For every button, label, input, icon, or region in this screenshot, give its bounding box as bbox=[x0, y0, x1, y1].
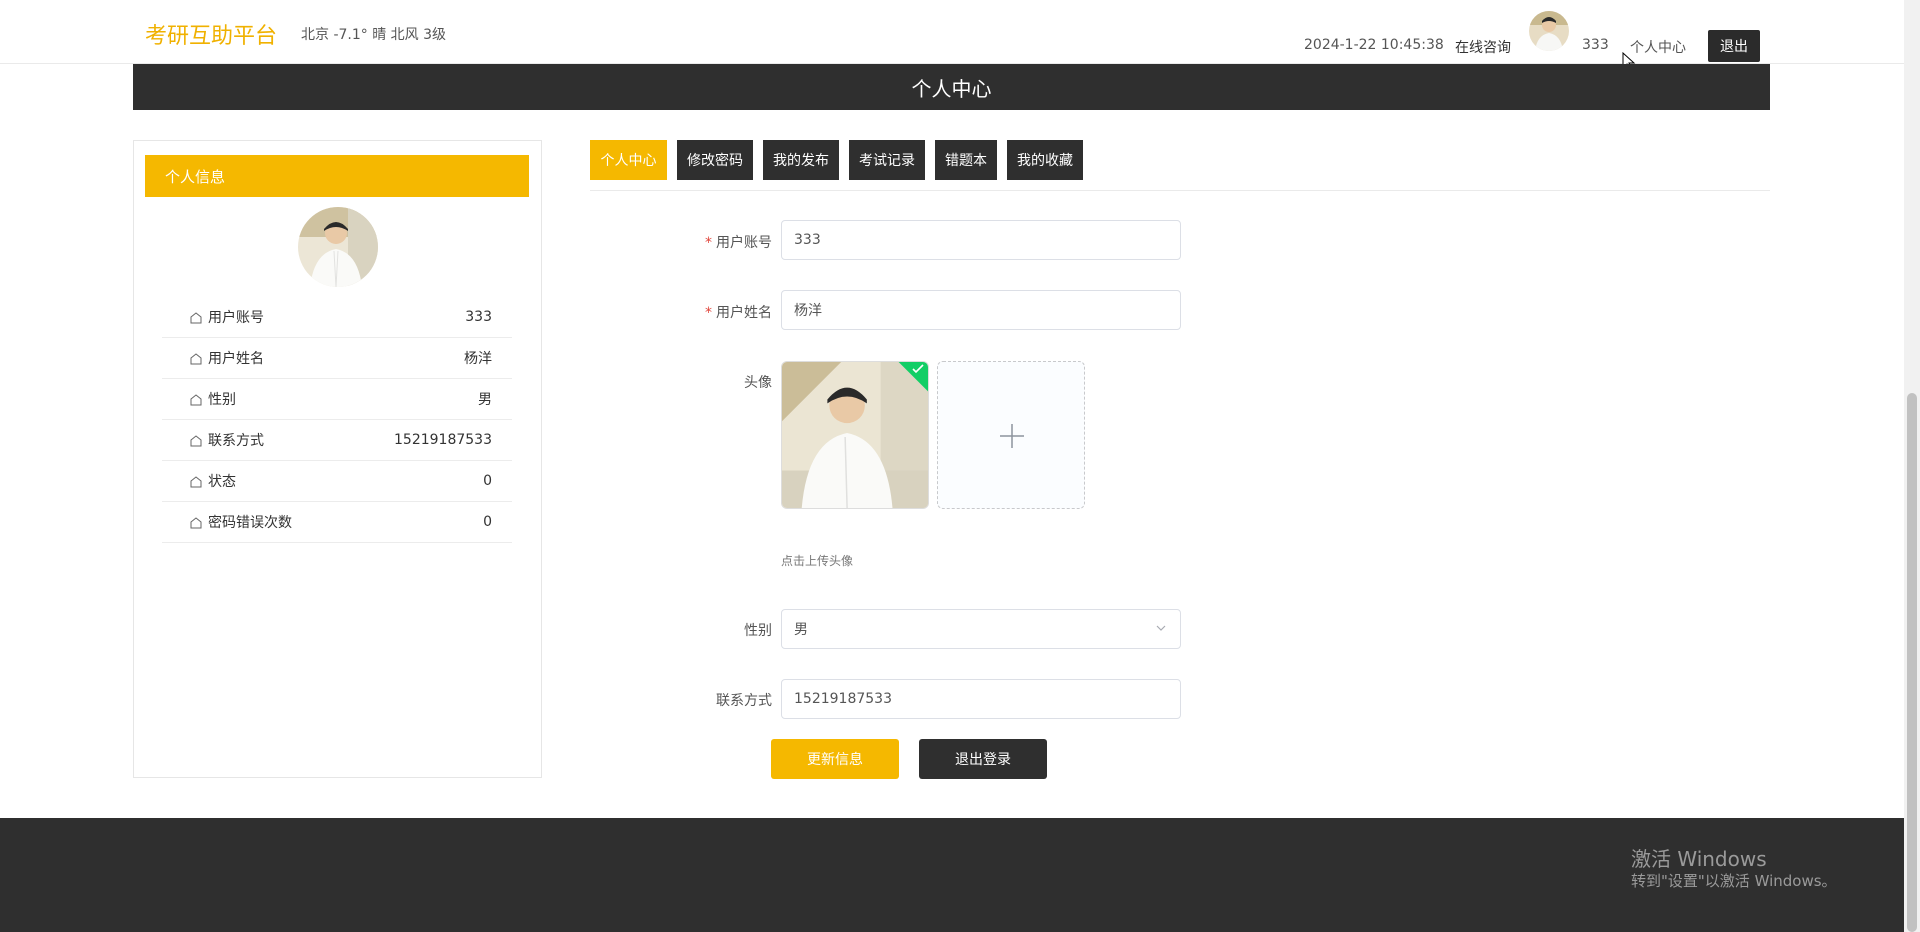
gender-label: 性别 bbox=[744, 623, 772, 639]
avatar-photo-icon bbox=[298, 207, 378, 287]
info-row-phone: 联系方式 15219187533 bbox=[162, 420, 512, 461]
personal-center-link[interactable]: 个人中心 bbox=[1630, 37, 1686, 57]
plus-icon bbox=[1000, 424, 1024, 448]
home-icon bbox=[190, 312, 202, 324]
upload-tip: 点击上传头像 bbox=[781, 554, 854, 568]
windows-activation-title: 激活 Windows bbox=[1631, 847, 1767, 871]
info-row-status: 状态 0 bbox=[162, 461, 512, 502]
info-row-account: 用户账号 333 bbox=[162, 297, 512, 338]
profile-info-list: 用户账号 333 用户姓名 杨洋 性别 男 联系方式 15219187533 状… bbox=[162, 297, 512, 543]
page-title: 个人中心 bbox=[911, 76, 992, 101]
info-row-name: 用户姓名 杨洋 bbox=[162, 338, 512, 379]
tab-mistake-book[interactable]: 错题本 bbox=[935, 140, 997, 180]
header-logout-button[interactable]: 退出 bbox=[1708, 30, 1760, 62]
top-header: 考研互助平台 北京 -7.1° 晴 北风 3级 2024-1-22 10:45:… bbox=[0, 0, 1904, 72]
account-input[interactable]: 333 bbox=[781, 220, 1181, 260]
required-mark: * bbox=[705, 305, 712, 321]
avatar-photo-icon bbox=[1529, 11, 1569, 51]
account-label: * 用户账号 bbox=[652, 232, 772, 252]
info-label: 密码错误次数 bbox=[208, 515, 292, 531]
weather-info: 北京 -7.1° 晴 北风 3级 bbox=[301, 27, 447, 43]
tab-personal-center[interactable]: 个人中心 bbox=[590, 140, 667, 180]
gender-select[interactable]: 男 bbox=[781, 609, 1181, 649]
page-footer bbox=[0, 818, 1904, 932]
logout-button[interactable]: 退出登录 bbox=[919, 739, 1047, 779]
online-consult-link[interactable]: 在线咨询 bbox=[1455, 37, 1511, 57]
info-value: 男 bbox=[478, 392, 492, 408]
profile-card: 个人信息 用户账号 333 用户姓名 杨洋 性别 男 联系方式 15219187… bbox=[133, 140, 542, 778]
account-label-text: 用户账号 bbox=[716, 235, 772, 251]
header-username[interactable]: 333 bbox=[1582, 37, 1609, 53]
home-icon bbox=[190, 517, 202, 529]
info-value: 0 bbox=[483, 473, 492, 489]
phone-input[interactable]: 15219187533 bbox=[781, 679, 1181, 719]
home-icon bbox=[190, 394, 202, 406]
info-row-gender: 性别 男 bbox=[162, 379, 512, 420]
name-label-text: 用户姓名 bbox=[716, 305, 772, 321]
avatar-label: 头像 bbox=[744, 375, 772, 391]
home-icon bbox=[190, 435, 202, 447]
phone-label: 联系方式 bbox=[716, 693, 772, 709]
windows-activation-subtitle: 转到"设置"以激活 Windows。 bbox=[1631, 872, 1837, 890]
required-mark: * bbox=[705, 235, 712, 251]
gender-select-value: 男 bbox=[794, 622, 808, 638]
header-avatar[interactable] bbox=[1529, 11, 1569, 51]
info-row-password-errors: 密码错误次数 0 bbox=[162, 502, 512, 543]
name-input[interactable]: 杨洋 bbox=[781, 290, 1181, 330]
uploaded-avatar-thumbnail[interactable] bbox=[781, 361, 929, 509]
info-value: 杨洋 bbox=[464, 351, 492, 367]
avatar-upload-button[interactable] bbox=[937, 361, 1085, 509]
tab-exam-records[interactable]: 考试记录 bbox=[849, 140, 925, 180]
tab-change-password[interactable]: 修改密码 bbox=[677, 140, 753, 180]
profile-avatar bbox=[298, 207, 378, 287]
tabs-divider bbox=[590, 190, 1770, 191]
current-datetime: 2024-1-22 10:45:38 bbox=[1304, 37, 1444, 53]
check-icon bbox=[912, 364, 924, 374]
profile-card-title: 个人信息 bbox=[145, 155, 529, 197]
info-value: 333 bbox=[465, 309, 492, 325]
update-info-button[interactable]: 更新信息 bbox=[771, 739, 899, 779]
home-icon bbox=[190, 353, 202, 365]
tab-my-favorites[interactable]: 我的收藏 bbox=[1007, 140, 1083, 180]
name-label: * 用户姓名 bbox=[652, 302, 772, 322]
page-title-banner: 个人中心 bbox=[133, 64, 1770, 110]
page-scrollbar-thumb[interactable] bbox=[1907, 393, 1917, 932]
avatar-photo-icon bbox=[782, 362, 928, 508]
home-icon bbox=[190, 476, 202, 488]
site-brand[interactable]: 考研互助平台 bbox=[145, 18, 277, 50]
info-value: 0 bbox=[483, 514, 492, 530]
chevron-down-icon bbox=[1156, 625, 1166, 631]
tab-my-posts[interactable]: 我的发布 bbox=[763, 140, 839, 180]
info-value: 15219187533 bbox=[394, 432, 492, 448]
